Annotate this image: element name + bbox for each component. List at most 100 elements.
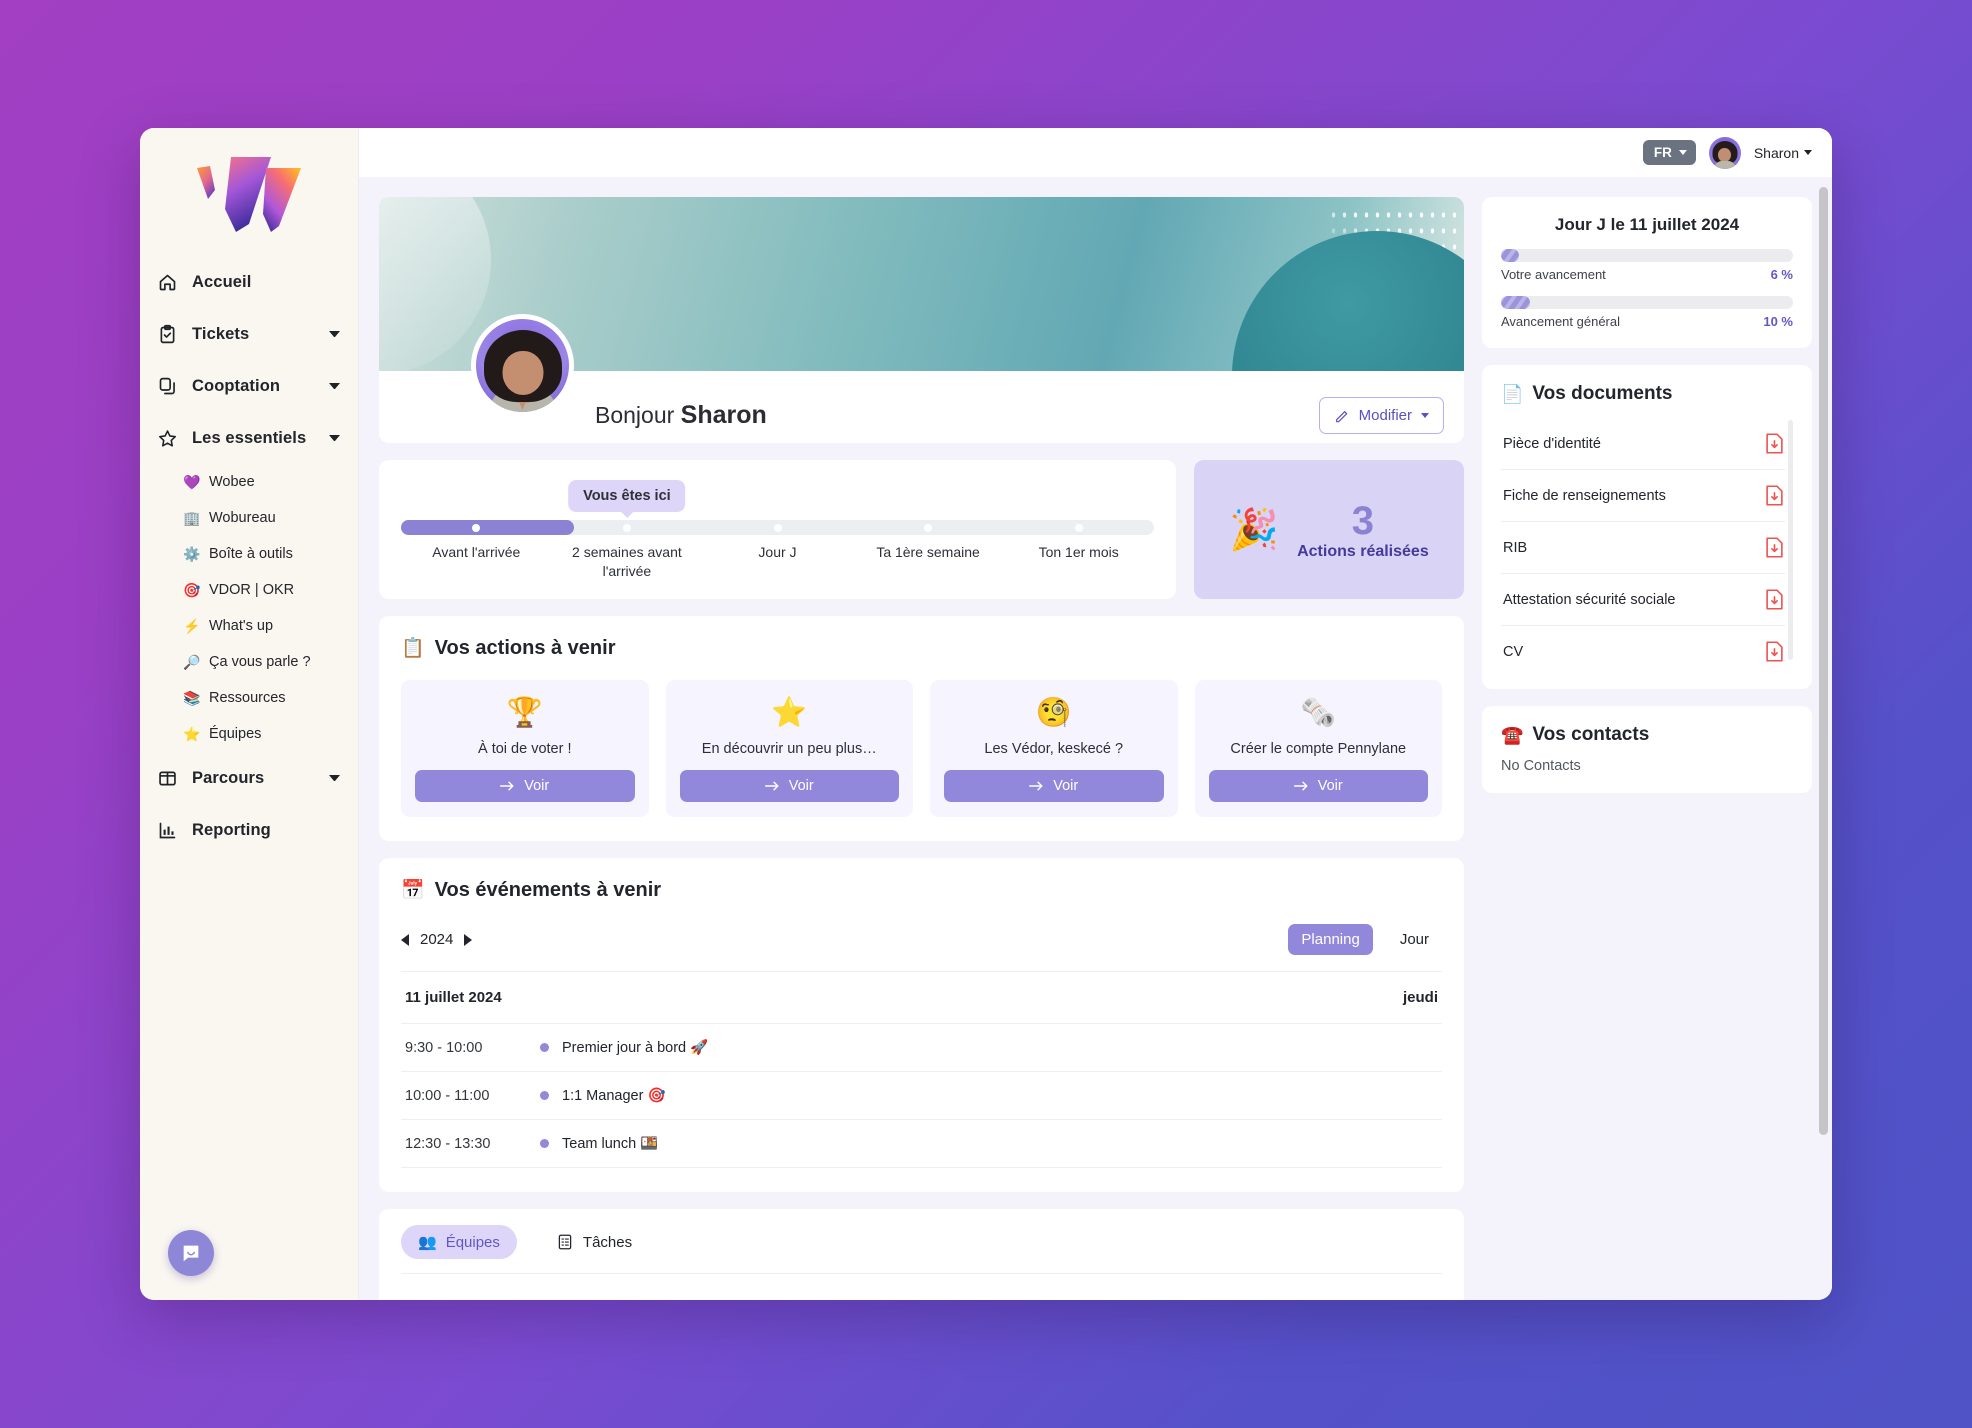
progress-bar-track <box>1501 249 1793 262</box>
document-row[interactable]: RIB <box>1501 522 1785 574</box>
file-download-icon[interactable] <box>1766 485 1783 506</box>
actions-grid: 🏆 À toi de voter ! Voir ⭐ En découvrir un pe… <box>401 680 1442 817</box>
timeline-step-dot[interactable] <box>472 523 481 532</box>
profile-avatar[interactable] <box>471 314 574 417</box>
event-time: 9:30 - 10:00 <box>405 1039 483 1056</box>
app-window: Accueil Tickets Cooptation Les essentiels 💜… <box>140 128 1832 1300</box>
sidebar-item-tickets[interactable]: Tickets <box>140 308 358 360</box>
timeline-step-dot[interactable] <box>773 523 782 532</box>
event-name: Team lunch 🍱 <box>562 1136 659 1152</box>
sidebar-subitem-wobee[interactable]: 💜 Wobee <box>140 464 358 500</box>
tab--quipes[interactable]: 👥 Équipes <box>401 1225 517 1259</box>
home-icon <box>156 271 178 293</box>
arrow-right-icon <box>1293 781 1308 791</box>
sidebar-item-reporting[interactable]: Reporting <box>140 804 358 856</box>
document-row[interactable]: Attestation sécurité sociale <box>1501 574 1785 626</box>
page-scrollbar[interactable] <box>1819 187 1828 1135</box>
timeline-step-label[interactable]: Ta 1ère semaine <box>853 543 1004 581</box>
sidebar-item-label: Reporting <box>192 820 271 839</box>
banner-circle-right <box>1232 231 1464 371</box>
wobee-logo[interactable] <box>140 138 358 256</box>
document-name: CV <box>1503 643 1524 660</box>
timeline-step-dot[interactable] <box>1074 523 1083 532</box>
layout-icon <box>156 767 178 789</box>
documents-card: 📄 Vos documents Pièce d'identité Fiche de… <box>1482 365 1812 689</box>
chevron-down-icon <box>1678 150 1687 155</box>
sidebar-subitem-ressources[interactable]: 📚 Ressources <box>140 680 358 716</box>
timeline-track[interactable] <box>401 520 1154 536</box>
tab-label: Tâches <box>582 1233 633 1251</box>
action-view-label: Voir <box>1053 778 1079 794</box>
action-emoji-icon: 🏆 <box>506 697 543 729</box>
people-icon: 👥 <box>418 1234 437 1251</box>
greeting-prefix: Bonjour <box>595 402 675 428</box>
upcoming-actions-section: 📋 Vos actions à venir 🏆 À toi de voter ! V… <box>379 616 1464 841</box>
calendar-icon: 📅 <box>401 880 425 901</box>
copy-icon <box>156 375 178 397</box>
events-view-planning[interactable]: Planning <box>1288 924 1373 955</box>
sidebar-item-cooptation[interactable]: Cooptation <box>140 360 358 412</box>
document-row[interactable]: CV <box>1501 626 1785 670</box>
chevron-down-icon[interactable] <box>329 331 340 337</box>
file-download-icon[interactable] <box>1766 589 1783 610</box>
avatar[interactable] <box>1708 136 1741 169</box>
file-download-icon[interactable] <box>1766 641 1783 662</box>
aside-column: Jour J le 11 juillet 2024 Votre avanceme… <box>1482 197 1812 1300</box>
file-download-icon[interactable] <box>1766 433 1783 454</box>
section-title-text: Vos événements à venir <box>434 878 662 901</box>
sidebar-subitem-a-vous-parle[interactable]: 🔎 Ça vous parle ? <box>140 644 358 680</box>
edit-profile-button[interactable]: Modifier <box>1318 397 1444 434</box>
chevron-down-icon[interactable] <box>329 383 340 389</box>
jour-j-title: Jour J le 11 juillet 2024 <box>1554 215 1740 234</box>
sidebar-subitem-what-s-up[interactable]: ⚡ What's up <box>140 608 358 644</box>
tab-t-ches[interactable]: Tâches <box>539 1225 649 1259</box>
next-year-button[interactable] <box>464 933 473 946</box>
timeline-tooltip-wrap: Vous êtes ici <box>401 480 1154 520</box>
user-menu[interactable]: Sharon <box>1754 145 1812 161</box>
sidebar-subitem-bo-te-outils[interactable]: ⚙️ Boîte à outils <box>140 536 358 572</box>
event-row[interactable]: 10:00 - 11:00 1:1 Manager 🎯 <box>401 1072 1442 1120</box>
events-day-header: 11 juillet 2024 jeudi <box>401 972 1442 1024</box>
sidebar-item-les-essentiels[interactable]: Les essentiels <box>140 412 358 464</box>
sidebar: Accueil Tickets Cooptation Les essentiels 💜… <box>140 128 359 1300</box>
chevron-down-icon[interactable] <box>329 775 340 781</box>
file-download-icon[interactable] <box>1766 537 1783 558</box>
event-dot-icon <box>540 1091 549 1100</box>
events-view-jour[interactable]: Jour <box>1387 924 1442 955</box>
emoji-icon: ⭐ <box>183 726 201 742</box>
language-selector[interactable]: FR <box>1642 140 1696 165</box>
sidebar-subitem-label: Wobureau <box>209 510 276 526</box>
sidebar-subitem-label: Boîte à outils <box>209 546 293 562</box>
timeline-step-dot[interactable] <box>622 523 631 532</box>
document-row[interactable]: Fiche de renseignements <box>1501 470 1785 522</box>
chevron-down-icon[interactable] <box>329 435 340 441</box>
documents-scrollbar[interactable] <box>1788 420 1793 660</box>
events-table: 11 juillet 2024 jeudi 9:30 - 10:00 Premie… <box>401 971 1442 1168</box>
sidebar-subitem-vdor-okr[interactable]: 🎯 VDOR | OKR <box>140 572 358 608</box>
pencil-icon <box>1335 410 1347 422</box>
documents-title-text: Vos documents <box>1532 383 1673 404</box>
action-view-button[interactable]: Voir <box>944 770 1164 802</box>
timeline-step-label[interactable]: Avant l'arrivée <box>401 543 552 581</box>
sidebar-subitem-wobureau[interactable]: 🏢 Wobureau <box>140 500 358 536</box>
sidebar-item-accueil[interactable]: Accueil <box>140 256 358 308</box>
action-view-button[interactable]: Voir <box>1208 770 1428 802</box>
action-view-button[interactable]: Voir <box>679 770 899 802</box>
action-view-button[interactable]: Voir <box>415 770 635 802</box>
timeline-step-label[interactable]: Ton 1er mois <box>1003 543 1154 581</box>
sidebar-subitem-quipes[interactable]: ⭐ Équipes <box>140 716 358 752</box>
event-row[interactable]: 12:30 - 13:30 Team lunch 🍱 <box>401 1120 1442 1168</box>
event-row[interactable]: 9:30 - 10:00 Premier jour à bord 🚀 <box>401 1024 1442 1072</box>
timeline-step-label[interactable]: Jour J <box>702 543 853 581</box>
sidebar-item-parcours[interactable]: Parcours <box>140 752 358 804</box>
timeline-step-dot[interactable] <box>924 523 933 532</box>
document-row[interactable]: Pièce d'identité <box>1501 418 1785 470</box>
teams-tasks-card: 👥 Équipes Tâches <box>379 1209 1464 1300</box>
sidebar-item-label: Parcours <box>192 768 265 787</box>
action-title: En découvrir un peu plus… <box>701 741 877 757</box>
prev-year-button[interactable] <box>401 933 409 946</box>
chat-bubble-icon[interactable] <box>168 1230 214 1276</box>
timeline-step-label[interactable]: 2 semaines avant l'arrivée <box>552 543 703 581</box>
action-card: ⭐ En découvrir un peu plus… Voir <box>665 680 913 817</box>
progress-bar-value: 6 % <box>1770 267 1793 282</box>
